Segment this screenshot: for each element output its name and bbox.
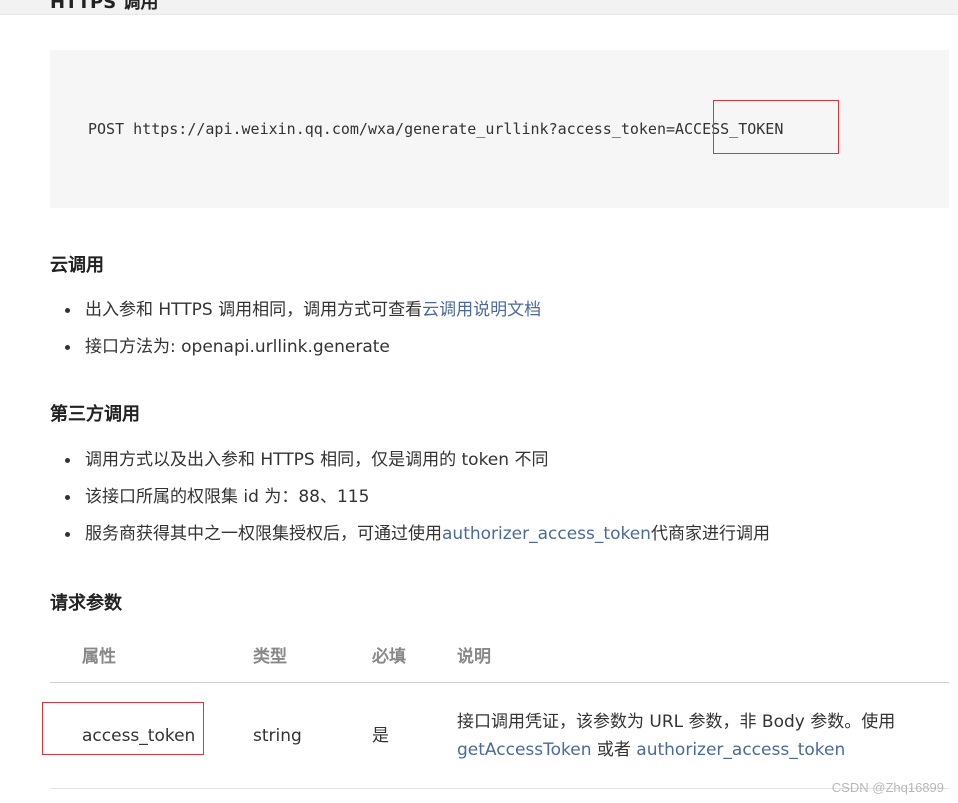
list-item: 出入参和 HTTPS 调用相同，调用方式可查看云调用说明文档 [50, 297, 541, 334]
description-connector: 或者 [591, 740, 637, 760]
params-table-header: 属性 类型 必填 说明 [50, 637, 949, 683]
column-header-name: 属性 [82, 647, 116, 667]
cloud-call-heading: 云调用 [50, 255, 104, 276]
param-description-line2: getAccessToken 或者 authorizer_access_toke… [457, 737, 845, 763]
list-item: 该接口所属的权限集 id 为：88、115 [50, 484, 770, 521]
authorizer-access-token-link[interactable]: authorizer_access_token [636, 740, 845, 760]
list-item: 接口方法为: openapi.urllink.generate [50, 334, 541, 371]
third-party-list: 调用方式以及出入参和 HTTPS 相同，仅是调用的 token 不同 该接口所属… [50, 447, 770, 558]
column-header-required: 必填 [372, 647, 406, 667]
cloud-doc-link[interactable]: 云调用说明文档 [422, 300, 541, 320]
cloud-call-list: 出入参和 HTTPS 调用相同，调用方式可查看云调用说明文档 接口方法为: op… [50, 297, 541, 371]
token-highlight-box [713, 100, 839, 154]
list-item-text: 出入参和 HTTPS 调用相同，调用方式可查看 [85, 300, 423, 320]
param-description-line1: 接口调用凭证，该参数为 URL 参数，非 Body 参数。使用 [457, 712, 896, 732]
csdn-watermark: CSDN @Zhq16899 [831, 780, 944, 795]
third-party-heading: 第三方调用 [50, 404, 140, 425]
list-item: 调用方式以及出入参和 HTTPS 相同，仅是调用的 token 不同 [50, 447, 770, 484]
request-params-heading: 请求参数 [50, 593, 122, 614]
column-header-type: 类型 [253, 647, 287, 667]
get-access-token-link[interactable]: getAccessToken [457, 740, 591, 760]
list-item-text: 调用方式以及出入参和 HTTPS 相同，仅是调用的 token 不同 [85, 450, 549, 470]
authorizer-token-link[interactable]: authorizer_access_token [442, 524, 651, 544]
https-heading: HTTPS 调用 [50, 0, 159, 13]
list-item-text: 服务商获得其中之一权限集授权后，可通过使用 [85, 524, 442, 544]
list-item-text: 该接口所属的权限集 id 为：88、115 [85, 487, 370, 507]
api-url-prefix: POST https://api.weixin.qq.com/wxa/gener… [88, 120, 675, 138]
access-token-highlight-box [42, 702, 204, 755]
doc-page: HTTPS 调用 POST https://api.weixin.qq.com/… [0, 0, 958, 803]
list-item: 服务商获得其中之一权限集授权后，可通过使用authorizer_access_t… [50, 521, 770, 558]
param-type: string [253, 726, 302, 746]
api-url-line: POST https://api.weixin.qq.com/wxa/gener… [88, 118, 783, 140]
column-header-description: 说明 [457, 647, 491, 667]
list-item-suffix: 代商家进行调用 [650, 524, 770, 544]
param-required: 是 [372, 726, 389, 746]
list-item-text: 接口方法为: openapi.urllink.generate [85, 337, 390, 357]
